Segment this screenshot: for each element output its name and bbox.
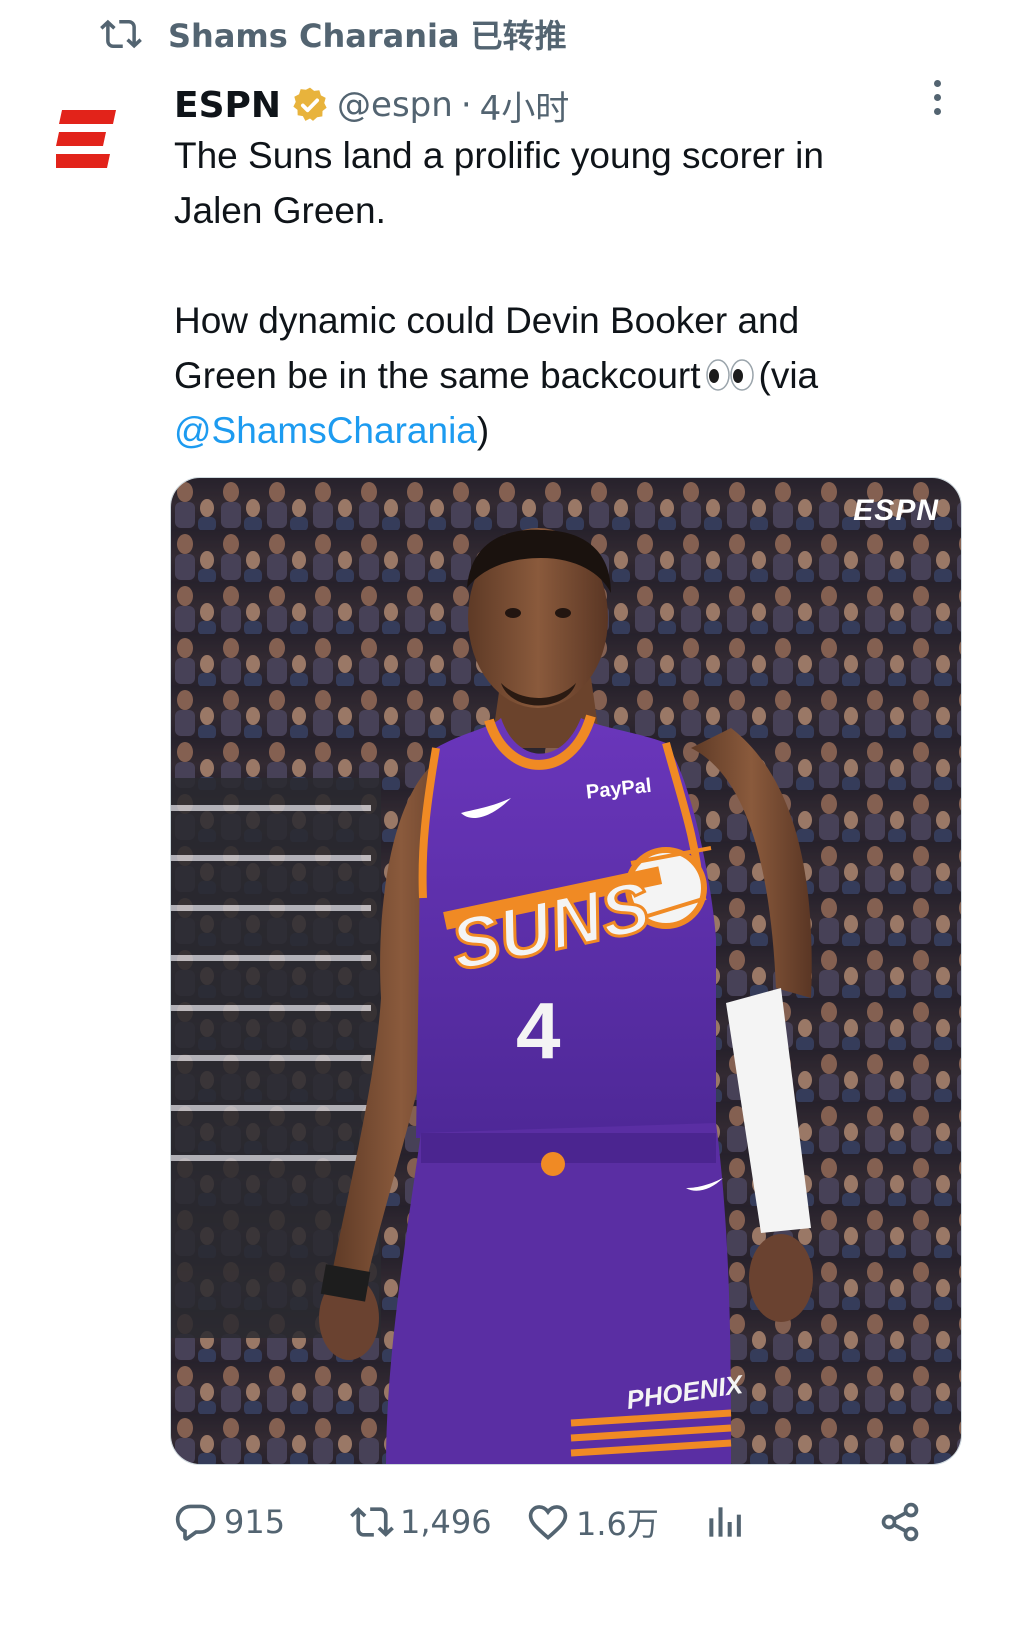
text-line: The Suns land a prolific young scorer in [174,135,824,176]
author-name[interactable]: ESPN [174,85,281,126]
heart-icon [528,1505,568,1540]
tweet-timestamp[interactable]: 4小时 [480,81,570,130]
reply-count: 915 [224,1503,286,1541]
mention-link[interactable]: @ShamsCharania [174,410,477,451]
retweeter-label[interactable]: Shams Charania 已转推 [168,11,567,57]
jersey-number: 4 [516,986,561,1075]
text-fragment: Green be in the same backcourt [174,355,701,396]
author-handle[interactable]: @espn [337,85,453,125]
retweet-count: 1,496 [400,1503,492,1541]
tweet-actions: 915 1,496 1.6万 [174,1492,934,1552]
like-button[interactable]: 1.6万 [526,1492,659,1552]
text-fragment: (via [758,355,819,396]
text-line: @ShamsCharania) [174,403,964,458]
share-button[interactable] [878,1492,922,1552]
espn-logo [53,110,116,168]
espn-watermark: ESPN [853,494,939,527]
eyes-emoji-icon [705,359,754,391]
tweet-text: The Suns land a prolific young scorer in… [174,128,964,458]
player-photo: SUNS 4 PayPal PHOENIX [171,478,961,1464]
text-line: Green be in the same backcourt (via [174,348,964,403]
reply-icon [175,1504,216,1541]
share-icon [881,1502,919,1542]
retweet-header[interactable]: Shams Charania 已转推 [100,12,567,56]
views-button[interactable] [702,1492,746,1552]
meta-separator: · [460,85,472,125]
retweet-button[interactable]: 1,496 [350,1492,492,1552]
like-count: 1.6万 [576,1505,659,1543]
tweet-image[interactable]: SUNS 4 PayPal PHOENIX ESPN [170,477,962,1465]
retweet-icon [350,1507,394,1537]
tweet-meta: ESPN @espn · 4小时 [174,78,569,132]
verified-badge-icon[interactable] [291,86,329,124]
text-fragment: ) [476,410,490,451]
retweet-icon [100,13,142,55]
avatar[interactable] [53,108,120,172]
bar-chart-icon [709,1507,741,1537]
text-line: Jalen Green. [174,190,386,231]
reply-button[interactable]: 915 [174,1492,285,1552]
text-line: How dynamic could Devin Booker and [174,300,800,341]
more-options-icon[interactable] [925,80,949,120]
